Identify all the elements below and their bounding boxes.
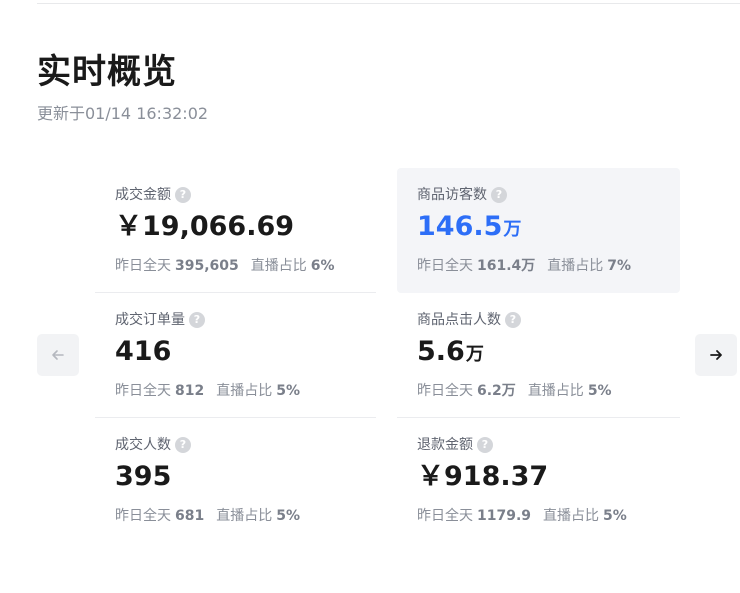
top-divider <box>37 3 740 4</box>
prev-page-button[interactable] <box>37 334 79 376</box>
update-timestamp: 更新于01/14 16:32:02 <box>37 104 209 123</box>
help-icon[interactable]: ? <box>175 187 191 203</box>
metric-label: 成交订单量? <box>115 311 205 329</box>
metric-value: ￥918.37 <box>417 461 549 492</box>
metric-footer: 昨日全天 6.2万 直播占比 5% <box>417 383 612 399</box>
metric-footer: 昨日全天 1179.9 直播占比 5% <box>417 508 627 524</box>
help-icon[interactable]: ? <box>477 437 493 453</box>
arrow-left-icon <box>52 350 64 360</box>
help-icon[interactable]: ? <box>491 187 507 203</box>
arrow-right-icon <box>710 350 722 360</box>
next-page-button[interactable] <box>695 334 737 376</box>
metric-label: 商品点击人数? <box>417 311 521 329</box>
page-title: 实时概览 <box>37 52 177 92</box>
metric-footer: 昨日全天 395,605 直播占比 6% <box>115 258 335 274</box>
help-icon[interactable]: ? <box>189 312 205 328</box>
metric-label: 成交人数? <box>115 436 191 454</box>
metric-card-buyers[interactable]: 成交人数? 395 昨日全天 681 直播占比 5% <box>95 418 378 543</box>
metric-card-clicks[interactable]: 商品点击人数? 5.6万 昨日全天 6.2万 直播占比 5% <box>397 293 680 418</box>
metric-card-visitors[interactable]: 商品访客数? 146.5万 昨日全天 161.4万 直播占比 7% <box>397 168 680 293</box>
help-icon[interactable]: ? <box>175 437 191 453</box>
metric-footer: 昨日全天 681 直播占比 5% <box>115 508 301 524</box>
metric-value: 146.5万 <box>417 211 522 242</box>
metric-label: 退款金额? <box>417 436 493 454</box>
metric-value: ￥19,066.69 <box>115 211 295 242</box>
metric-card-gmv[interactable]: 成交金额? ￥19,066.69 昨日全天 395,605 直播占比 6% <box>95 168 378 293</box>
metric-label: 成交金额? <box>115 186 191 204</box>
metric-label: 商品访客数? <box>417 186 507 204</box>
metric-card-orders[interactable]: 成交订单量? 416 昨日全天 812 直播占比 5% <box>95 293 378 418</box>
metric-value: 395 <box>115 461 172 492</box>
metric-card-refund[interactable]: 退款金额? ￥918.37 昨日全天 1179.9 直播占比 5% <box>397 418 680 543</box>
metric-value: 5.6万 <box>417 336 484 367</box>
metric-footer: 昨日全天 812 直播占比 5% <box>115 383 301 399</box>
metric-value: 416 <box>115 336 172 367</box>
help-icon[interactable]: ? <box>505 312 521 328</box>
metric-footer: 昨日全天 161.4万 直播占比 7% <box>417 258 632 274</box>
